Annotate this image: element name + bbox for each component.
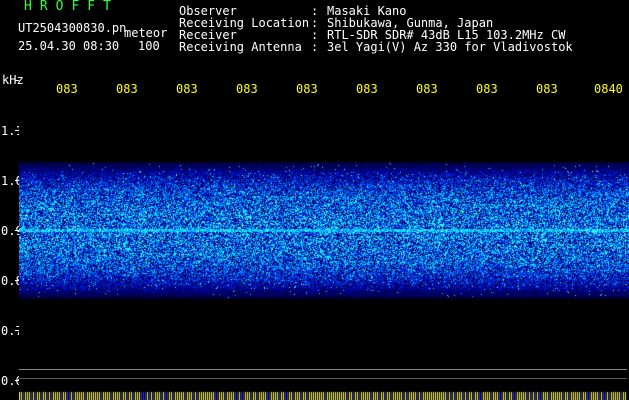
time-tick: 0840 bbox=[594, 82, 623, 96]
time-tick: 083 bbox=[536, 82, 558, 96]
spectrogram-canvas bbox=[19, 100, 629, 390]
time-tick: 083 bbox=[56, 82, 78, 96]
mode-label: meteor bbox=[124, 26, 168, 40]
app-brand: HROFFT bbox=[24, 0, 119, 14]
time-tick: 083 bbox=[176, 82, 198, 96]
time-tick: 083 bbox=[416, 82, 438, 96]
time-tick: 083 bbox=[476, 82, 498, 96]
time-tick: 083 bbox=[356, 82, 378, 96]
separator: : bbox=[311, 40, 319, 54]
time-tick: 083 bbox=[116, 82, 138, 96]
baseline-line bbox=[19, 369, 627, 370]
spectrogram bbox=[19, 100, 629, 390]
freq-tickmark bbox=[15, 80, 19, 81]
baseline-line bbox=[19, 378, 627, 379]
file-name: UT2504300830.pn bbox=[18, 21, 127, 35]
freq-unit-label: kHz bbox=[2, 73, 24, 87]
antenna-value: 3el Yagi(V) Az 330 for Vladivostok bbox=[327, 40, 573, 54]
meteor-count: 100 bbox=[138, 39, 160, 53]
time-tick: 083 bbox=[236, 82, 258, 96]
activity-bar bbox=[19, 390, 627, 400]
time-tick: 083 bbox=[296, 82, 318, 96]
antenna-label: Receiving Antenna bbox=[179, 40, 302, 54]
date-time: 25.04.30 08:30 bbox=[18, 39, 120, 53]
